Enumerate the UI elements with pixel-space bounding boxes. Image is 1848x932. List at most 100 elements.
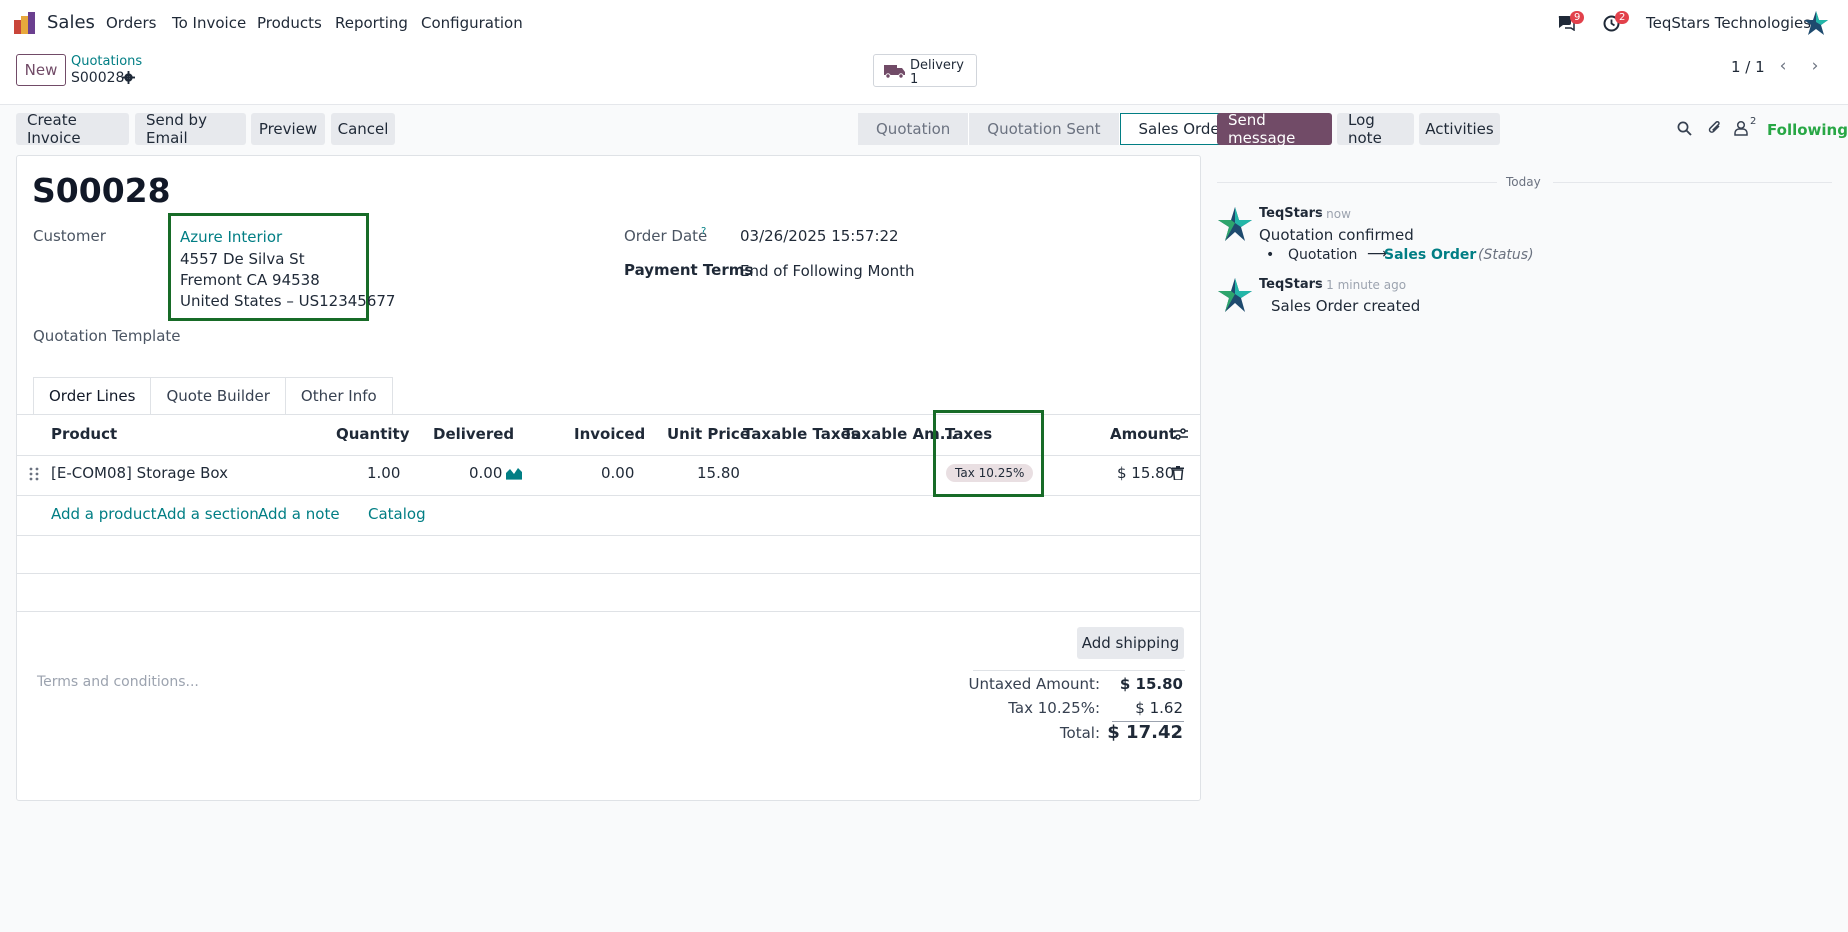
delivery-count: 1 [910, 72, 919, 87]
message-body: Quotation confirmed [1259, 226, 1414, 244]
menu-configuration[interactable]: Configuration [421, 14, 523, 32]
delivery-smart-button[interactable]: Delivery 1 [873, 54, 977, 87]
messages-button[interactable]: 9 [1557, 10, 1585, 36]
add-section-link[interactable]: Add a section [157, 505, 259, 523]
terms-field[interactable]: Terms and conditions... [37, 674, 199, 690]
forecast-chart-icon[interactable] [506, 466, 522, 480]
following-button[interactable]: Following [1767, 121, 1848, 139]
company-switcher[interactable]: TeqStars Technologies [1646, 14, 1811, 32]
status-quotation[interactable]: Quotation [858, 113, 970, 145]
add-product-link[interactable]: Add a product [51, 505, 156, 523]
activities-badge: 2 [1615, 11, 1630, 24]
tracking-old-value: Quotation [1288, 247, 1358, 263]
totals-top-border [973, 670, 1185, 671]
menu-products[interactable]: Products [257, 14, 322, 32]
log-note-button[interactable]: Log note [1337, 111, 1414, 147]
cancel-button[interactable]: Cancel [331, 113, 395, 145]
table-row-border [16, 573, 1201, 574]
row-quantity[interactable]: 1.00 [367, 464, 400, 482]
tab-order-lines[interactable]: Order Lines [33, 377, 152, 415]
date-divider-today: Today [1506, 175, 1541, 189]
table-bottom-border [16, 611, 1201, 612]
col-quantity[interactable]: Quantity [336, 425, 410, 443]
table-row-border [16, 535, 1201, 536]
tax-label: Tax 10.25%: [1008, 699, 1100, 717]
paperclip-icon[interactable] [1707, 120, 1723, 136]
tab-other-info[interactable]: Other Info [285, 377, 393, 415]
followers-icon[interactable] [1734, 120, 1748, 136]
untaxed-amount-label: Untaxed Amount: [968, 675, 1101, 693]
col-delivered[interactable]: Delivered [433, 425, 514, 443]
col-invoiced[interactable]: Invoiced [574, 425, 645, 443]
col-amount[interactable]: Amount [1110, 425, 1176, 443]
status-bar: Quotation Quotation Sent Sales Order [858, 113, 1245, 145]
sales-app-icon[interactable] [14, 12, 38, 34]
customer-name-link[interactable]: Azure Interior [180, 228, 282, 246]
col-unit-price[interactable]: Unit Price [667, 425, 750, 443]
row-product[interactable]: [E-COM08] Storage Box [51, 464, 228, 482]
taxes-highlight-box [933, 410, 1044, 497]
payment-terms-value[interactable]: End of Following Month [740, 262, 915, 280]
drag-handle-icon[interactable] [29, 467, 39, 481]
message-author[interactable]: TeqStars [1259, 277, 1323, 292]
create-invoice-button[interactable]: Create Invoice [16, 111, 129, 147]
activities-button[interactable]: 2 [1603, 10, 1631, 36]
catalog-link[interactable]: Catalog [368, 505, 426, 523]
tracking-bullet: • [1266, 247, 1275, 263]
add-note-link[interactable]: Add a note [258, 505, 340, 523]
status-quotation-sent[interactable]: Quotation Sent [969, 113, 1120, 145]
untaxed-amount-value: $ 15.80 [1119, 675, 1183, 693]
truck-icon [884, 65, 905, 79]
row-unit-price[interactable]: 15.80 [697, 464, 740, 482]
payment-terms-label: Payment Terms [624, 261, 754, 279]
new-button[interactable]: New [16, 54, 66, 86]
breadcrumb-quotations[interactable]: Quotations [71, 54, 142, 69]
followers-count: 2 [1750, 116, 1757, 127]
order-date-help-icon[interactable]: ? [701, 226, 706, 237]
breadcrumb-current: S00028 [71, 70, 125, 86]
order-date-value[interactable]: 03/26/2025 15:57:22 [740, 227, 899, 245]
activities-button[interactable]: Activities [1419, 113, 1500, 145]
customer-address-line2: Fremont CA 94538 [180, 271, 320, 289]
user-avatar-icon[interactable] [1803, 10, 1829, 36]
col-product[interactable]: Product [51, 425, 117, 443]
customer-label: Customer [33, 227, 106, 245]
author-avatar[interactable] [1217, 206, 1253, 242]
pager-value[interactable]: 1 / 1 [1731, 58, 1765, 76]
send-message-button[interactable]: Send message [1217, 111, 1332, 147]
tax-value: $ 1.62 [1135, 699, 1183, 717]
app-name[interactable]: Sales [47, 12, 95, 33]
customer-address-line3: United States – US12345677 [180, 292, 396, 310]
send-by-email-button[interactable]: Send by Email [135, 111, 246, 147]
preview-button[interactable]: Preview [251, 113, 325, 145]
row-tax-badge[interactable]: Tax 10.25% [946, 464, 1034, 482]
notebook-tabs: Order Lines Quote Builder Other Info [33, 377, 393, 415]
pager-previous-icon[interactable]: ‹ [1769, 56, 1797, 78]
tab-quote-builder[interactable]: Quote Builder [151, 377, 286, 415]
message-author[interactable]: TeqStars [1259, 206, 1323, 221]
total-value: $ 17.42 [1107, 722, 1183, 743]
customer-address-line1: 4557 De Silva St [180, 250, 305, 268]
row-amount: $ 15.80 [1117, 464, 1175, 482]
menu-reporting[interactable]: Reporting [335, 14, 408, 32]
menu-to-invoice[interactable]: To Invoice [172, 14, 246, 32]
add-shipping-button[interactable]: Add shipping [1077, 627, 1184, 659]
quotation-template-label: Quotation Template [33, 327, 181, 345]
message-body: Sales Order created [1271, 297, 1421, 315]
tracking-new-value: Sales Order [1384, 247, 1477, 263]
column-settings-icon[interactable] [1173, 426, 1189, 442]
date-divider-line [1553, 182, 1832, 183]
tracking-field-name: (Status) [1478, 247, 1534, 263]
total-label: Total: [1059, 724, 1100, 742]
menu-orders[interactable]: Orders [106, 14, 156, 32]
author-avatar[interactable] [1217, 277, 1253, 313]
date-divider-line [1217, 182, 1497, 183]
pager-next-icon[interactable]: › [1801, 56, 1829, 78]
gear-icon[interactable] [122, 71, 135, 84]
order-date-label: Order Date [624, 227, 708, 245]
order-title: S00028 [32, 171, 171, 210]
trash-icon[interactable] [1172, 466, 1184, 480]
search-icon[interactable] [1677, 121, 1692, 136]
message-time: - 1 minute ago [1318, 278, 1407, 292]
row-invoiced: 0.00 [601, 464, 635, 482]
